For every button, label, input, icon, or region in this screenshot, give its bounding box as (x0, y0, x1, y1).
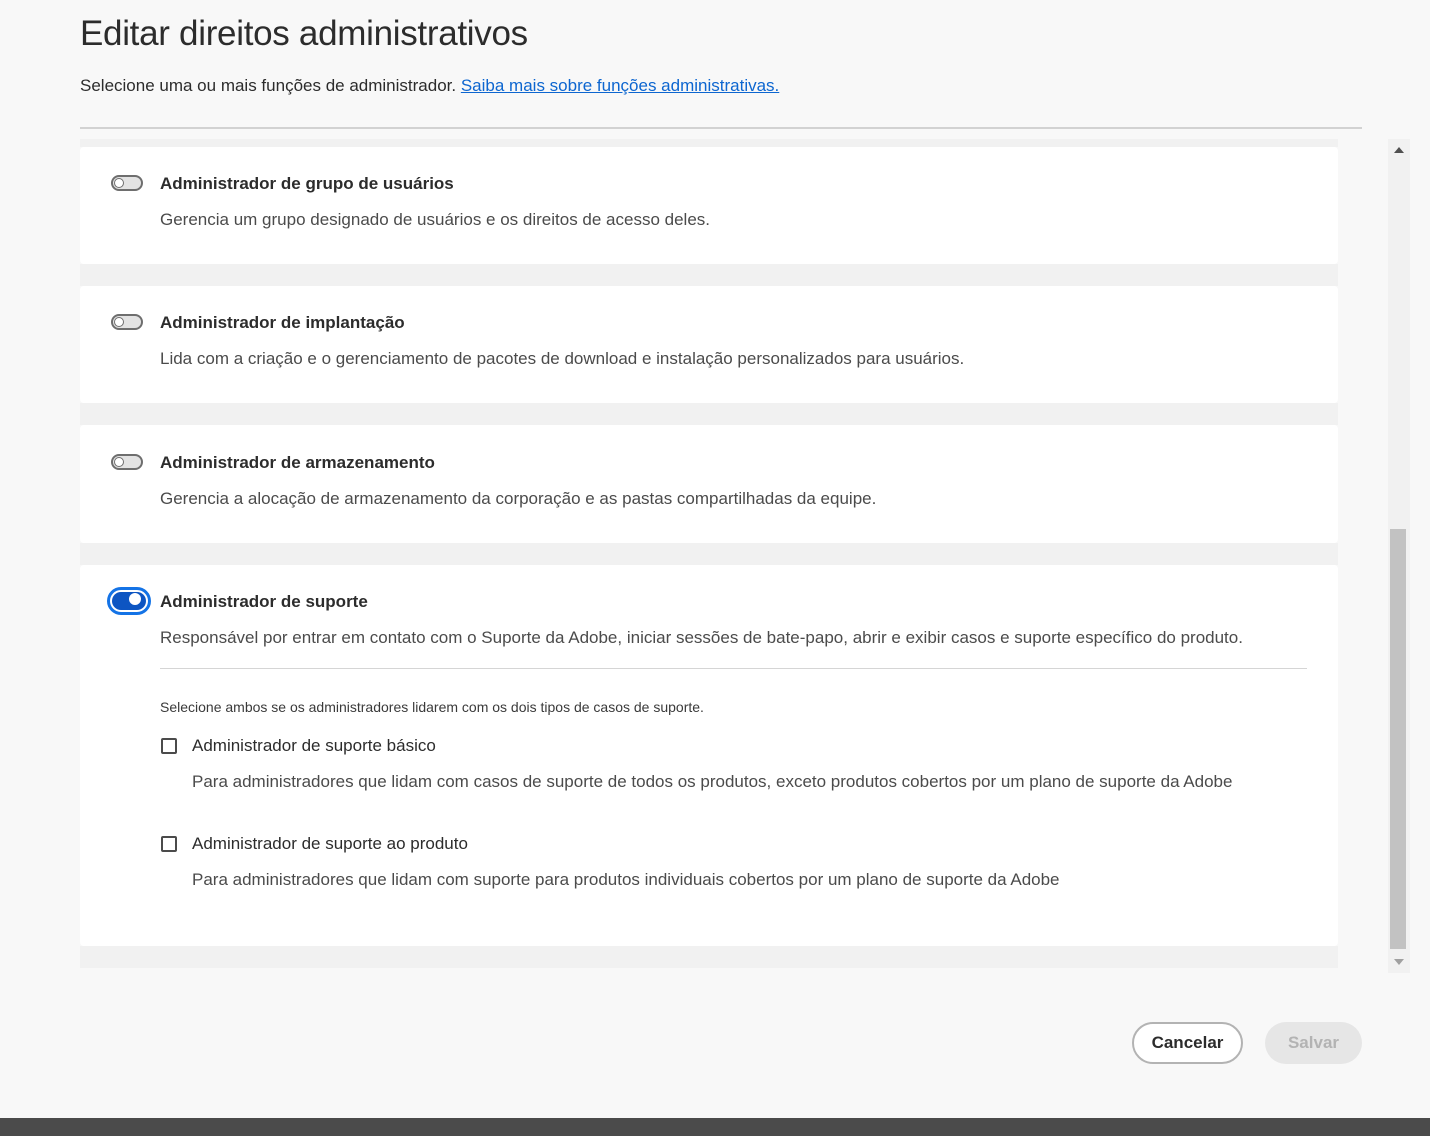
card-gap (80, 946, 1338, 968)
card-gap (80, 264, 1338, 286)
subtitle-text: Selecione uma ou mais funções de adminis… (80, 76, 457, 95)
toggle-deployment-admin[interactable] (111, 314, 143, 330)
role-title: Administrador de grupo de usuários (160, 174, 454, 193)
role-card-storage-admin: Administrador de armazenamento Gerencia … (80, 425, 1338, 543)
role-title: Administrador de suporte (160, 592, 368, 611)
dialog-subtitle: Selecione uma ou mais funções de adminis… (80, 76, 779, 96)
role-card-deployment-admin: Administrador de implantação Lida com a … (80, 286, 1338, 403)
cancel-button[interactable]: Cancelar (1132, 1022, 1243, 1064)
toggle-support-admin[interactable] (107, 587, 151, 615)
role-description: Responsável por entrar em contato com o … (160, 628, 1243, 647)
roles-scroll-area[interactable]: Administrador de grupo de usuários Geren… (80, 139, 1410, 973)
bottom-bar (0, 1118, 1430, 1136)
dialog-title: Editar direitos administrativos (80, 14, 528, 53)
toggle-knob (114, 178, 124, 188)
toggle-knob (114, 317, 124, 327)
checkbox-basic-support-admin[interactable] (161, 738, 177, 754)
checkbox-description: Para administradores que lidam com casos… (192, 772, 1233, 791)
role-card-support-admin: Administrador de suporte Responsável por… (80, 565, 1338, 946)
checkbox-product-support-admin[interactable] (161, 836, 177, 852)
role-description: Lida com a criação e o gerenciamento de … (160, 349, 965, 368)
scroll-down-arrow-icon[interactable] (1394, 959, 1404, 965)
header-divider (80, 127, 1362, 129)
role-card-user-group-admin: Administrador de grupo de usuários Geren… (80, 147, 1338, 264)
support-divider (160, 668, 1307, 669)
role-description: Gerencia um grupo designado de usuários … (160, 210, 711, 229)
role-description: Gerencia a alocação de armazenamento da … (160, 489, 877, 508)
role-title: Administrador de implantação (160, 313, 405, 332)
toggle-storage-admin[interactable] (111, 454, 143, 470)
support-hint: Selecione ambos se os administradores li… (160, 699, 704, 715)
card-gap (80, 543, 1338, 565)
toggle-user-group-admin[interactable] (111, 175, 143, 191)
card-gap (80, 403, 1338, 425)
role-title: Administrador de armazenamento (160, 453, 435, 472)
checkbox-description: Para administradores que lidam com supor… (192, 870, 1060, 889)
checkbox-label: Administrador de suporte ao produto (192, 834, 468, 853)
toggle-knob (114, 457, 124, 467)
learn-more-link[interactable]: Saiba mais sobre funções administrativas… (461, 76, 779, 95)
scrollbar[interactable] (1388, 139, 1410, 973)
card-gap (80, 139, 1338, 147)
toggle-knob (129, 593, 141, 605)
checkbox-label: Administrador de suporte básico (192, 736, 436, 755)
scroll-up-arrow-icon[interactable] (1394, 147, 1404, 153)
save-button[interactable]: Salvar (1265, 1022, 1362, 1064)
scrollbar-thumb[interactable] (1390, 529, 1406, 949)
